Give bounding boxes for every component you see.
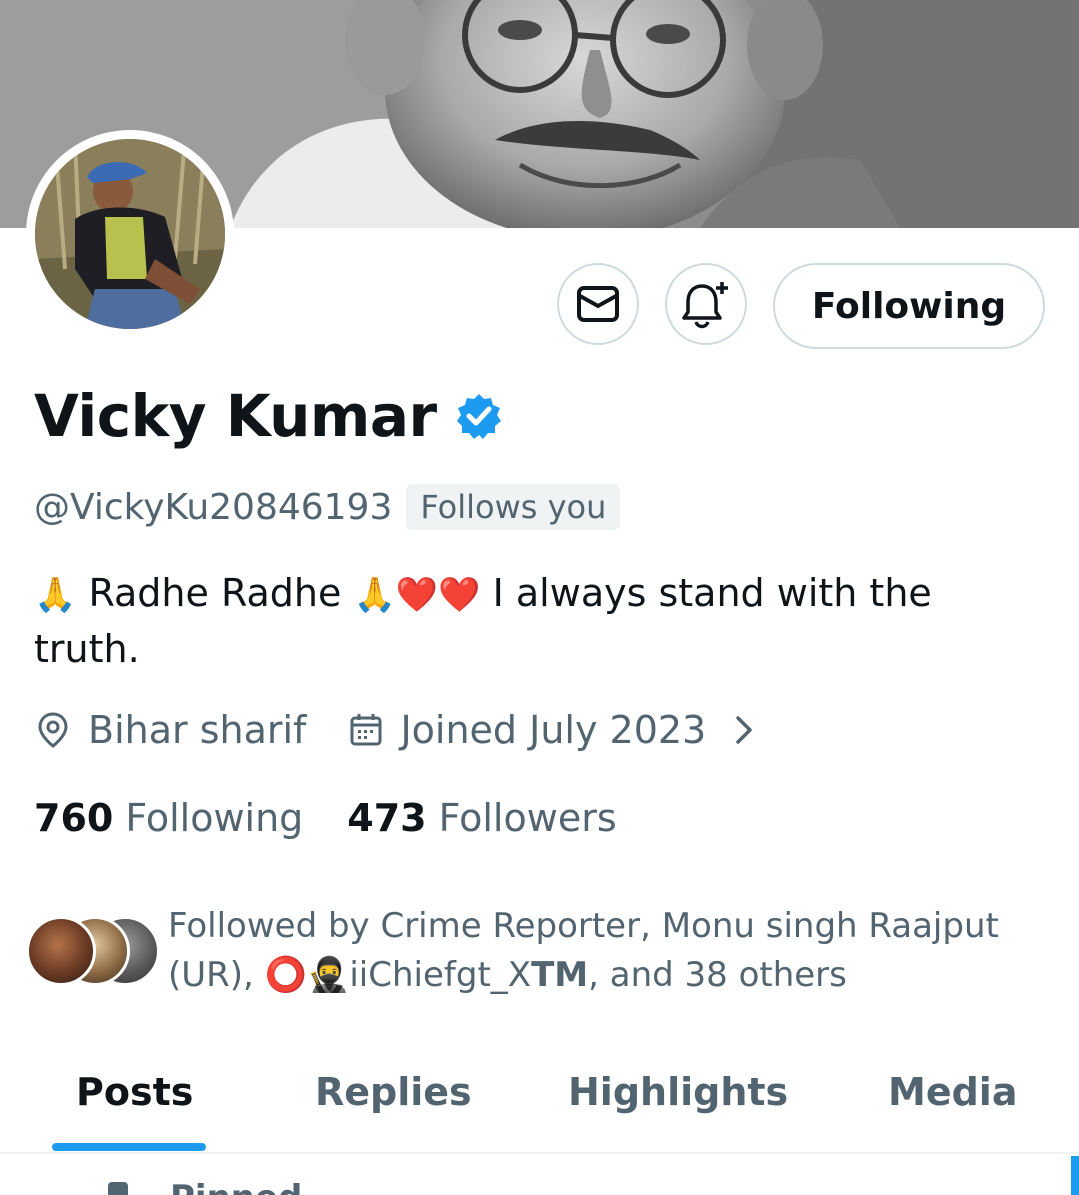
following-label: Following <box>125 796 304 840</box>
handle-row: @VickyKu20846193 Follows you <box>34 484 621 530</box>
profile-avatar[interactable] <box>26 130 234 338</box>
followers-count: 473 <box>347 796 427 840</box>
display-name: Vicky Kumar <box>34 382 437 450</box>
pin-icon <box>108 1182 128 1195</box>
verified-badge-icon[interactable] <box>455 392 503 444</box>
hearts-emoji: ❤️❤️ <box>395 575 481 615</box>
bio-text-1: Radhe Radhe <box>88 571 342 615</box>
ring-emoji: ⭕ <box>264 955 308 995</box>
following-button[interactable]: Following <box>773 263 1045 349</box>
notifications-button[interactable] <box>665 263 747 345</box>
followers-stat[interactable]: 473 Followers <box>347 796 616 840</box>
follower-avatar <box>26 916 96 986</box>
tab-highlights[interactable]: Highlights <box>568 1070 788 1114</box>
pray-emoji: 🙏 <box>34 575 77 615</box>
avatar-photo <box>35 139 225 329</box>
profile-page: Following Vicky Kumar @VickyKu20846193 F… <box>0 0 1079 1195</box>
bell-plus-icon <box>682 282 728 329</box>
followed-by-text: Followed by Crime Reporter, Monu singh R… <box>168 902 1068 1000</box>
tab-posts[interactable]: Posts <box>76 1070 193 1114</box>
joined-text: Joined July 2023 <box>400 708 707 752</box>
envelope-icon <box>577 286 619 322</box>
profile-meta: Bihar sharif Joined July 2023 <box>34 708 770 752</box>
tm-mark: TM <box>531 955 589 995</box>
ninja-emoji: 🥷 <box>307 955 350 995</box>
location-pin-icon <box>38 712 68 748</box>
message-button[interactable] <box>557 263 639 345</box>
name-row: Vicky Kumar <box>34 382 503 450</box>
followers-label: Followers <box>438 796 617 840</box>
followed-by-name-chief: iiChiefgt_X <box>349 955 532 995</box>
follow-stats: 760 Following 473 Followers <box>34 796 617 840</box>
chevron-right-icon <box>736 716 752 744</box>
tab-replies[interactable]: Replies <box>315 1070 472 1114</box>
pray-emoji: 🙏 <box>353 575 396 615</box>
tabs-divider <box>0 1152 1079 1154</box>
following-stat[interactable]: 760 Following <box>34 796 303 840</box>
location-text: Bihar sharif <box>88 708 307 752</box>
profile-bio: 🙏 Radhe Radhe 🙏❤️❤️ I always stand with … <box>34 566 1034 676</box>
location-item: Bihar sharif <box>34 708 306 752</box>
follows-you-badge: Follows you <box>406 484 621 530</box>
follower-avatars <box>26 916 160 986</box>
pinned-label: Pinned <box>170 1178 302 1195</box>
followed-by-others: , and 38 others <box>588 955 847 995</box>
calendar-icon <box>350 714 382 746</box>
profile-tabs: Posts Replies Highlights Media <box>0 1060 1079 1154</box>
tab-media[interactable]: Media <box>888 1070 1017 1114</box>
user-handle: @VickyKu20846193 <box>34 486 393 528</box>
joined-item[interactable]: Joined July 2023 <box>348 708 770 752</box>
scrollbar[interactable] <box>1071 1156 1079 1195</box>
active-tab-indicator <box>52 1143 206 1151</box>
following-count: 760 <box>34 796 114 840</box>
